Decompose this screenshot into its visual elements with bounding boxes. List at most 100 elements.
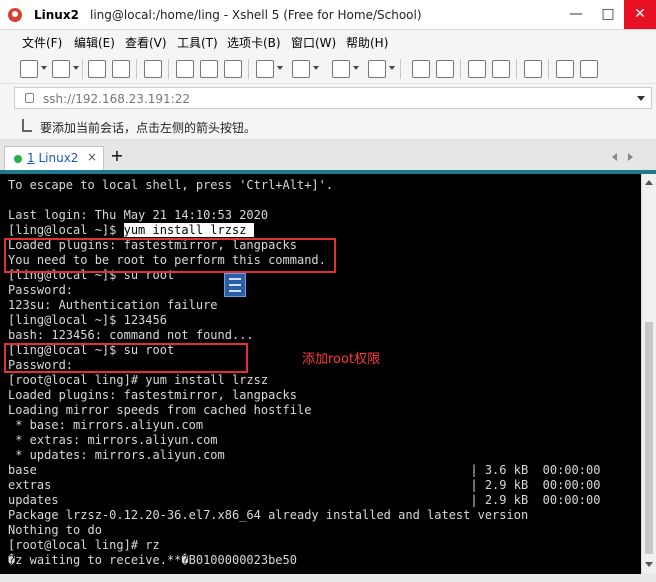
menu-tools[interactable]: 工具(T) (177, 34, 218, 51)
toolbar-divider (168, 59, 169, 79)
add-session-arrow-icon[interactable] (22, 119, 32, 132)
terminal-output: To escape to local shell, press 'Ctrl+Al… (8, 178, 600, 568)
chat-icon[interactable] (580, 60, 598, 78)
terminal-line: * base: mirrors.aliyun.com (8, 418, 204, 432)
font-icon[interactable] (368, 60, 386, 78)
terminal-line: [root@local ling]# rz (8, 538, 160, 552)
terminal-line: �z waiting to receive.**�B0100000023be50 (8, 553, 297, 567)
help-icon[interactable] (556, 60, 574, 78)
vertical-scrollbar[interactable] (641, 174, 656, 574)
session-hint-bar: 要添加当前会话，点击左侧的箭头按钮。 (0, 112, 656, 140)
compose-icon[interactable] (436, 60, 454, 78)
tab-close-button[interactable]: × (87, 150, 97, 164)
toolbar (0, 54, 656, 84)
keyboard-icon[interactable] (524, 60, 542, 78)
terminal-pane[interactable]: To escape to local shell, press 'Ctrl+Al… (0, 174, 641, 574)
terminal-line: Nothing to do (8, 523, 102, 537)
globe-dropdown-icon[interactable] (353, 66, 359, 70)
terminal-line: [ling@local ~]$ 123456 (8, 313, 167, 327)
window-title: ling@local:/home/ling - Xshell 5 (Free f… (90, 8, 422, 22)
prompt-text: [ling@local ~]$ (8, 223, 124, 237)
close-button[interactable]: ✕ (624, 0, 656, 29)
terminal-line: Package lrzsz-0.12.20-36.el7.x86_64 alre… (8, 508, 529, 522)
toolbar-divider (460, 59, 461, 79)
new-tab-button[interactable]: + (107, 146, 127, 168)
menu-edit[interactable]: 编辑(E) (74, 34, 115, 51)
tab-scroll-left-icon[interactable] (612, 153, 617, 161)
terminal-line: To escape to local shell, press 'Ctrl+Al… (8, 178, 334, 192)
annotation-box-su-root (4, 343, 248, 373)
tab-linux2[interactable]: 1 Linux2 × (4, 146, 104, 170)
disconnect-icon[interactable] (112, 60, 130, 78)
menu-view[interactable]: 查看(V) (125, 34, 167, 51)
scroll-up-icon[interactable] (645, 180, 653, 185)
session-hint-text: 要添加当前会话，点击左侧的箭头按钮。 (40, 121, 257, 135)
toolbar-divider (548, 59, 549, 79)
tab-number: 1 (27, 151, 35, 165)
terminal-line: extras | 2.9 kB 00:00:00 (8, 478, 601, 492)
terminal-line: 123su: Authentication failure (8, 298, 218, 312)
terminal-line: Password: (8, 283, 74, 297)
padlock-icon (25, 93, 34, 103)
terminal-line: Loading mirror speeds from cached hostfi… (8, 403, 312, 417)
toolbar-divider (82, 59, 83, 79)
new-session-icon[interactable] (20, 60, 38, 78)
chevron-down-icon[interactable] (637, 96, 645, 101)
new-session-dropdown-icon[interactable] (41, 66, 47, 70)
menu-bar: 文件(F) 编辑(E) 查看(V) 工具(T) 选项卡(B) 窗口(W) 帮助(… (0, 30, 656, 54)
selected-command: yum install lrzsz (123, 223, 254, 237)
menu-file[interactable]: 文件(F) (22, 34, 62, 51)
tab-title: Linux2 (38, 151, 79, 165)
print-dropdown-icon[interactable] (277, 66, 283, 70)
font-dropdown-icon[interactable] (389, 66, 395, 70)
terminal-line: updates | 2.9 kB 00:00:00 (8, 493, 601, 507)
terminal-line: * extras: mirrors.aliyun.com (8, 433, 218, 447)
transfer-icon[interactable] (292, 60, 310, 78)
terminal-line: [ling@local ~]$ yum install lrzsz (8, 223, 600, 238)
address-value: ssh://192.168.23.191:22 (43, 92, 190, 106)
maximize-button[interactable]: □ (592, 0, 624, 29)
annotation-box-error (4, 238, 336, 273)
lock-icon[interactable] (492, 60, 510, 78)
xshell-logo-icon (8, 8, 22, 22)
toolbar-divider (516, 59, 517, 79)
connected-status-icon (14, 155, 22, 163)
xftp-icon[interactable] (412, 60, 430, 78)
toolbar-divider (248, 59, 249, 79)
reconnect-icon[interactable] (88, 60, 106, 78)
properties-icon[interactable] (144, 60, 162, 78)
copy-icon[interactable] (176, 60, 194, 78)
globe-icon[interactable] (332, 60, 350, 78)
tab-scroll-right-icon[interactable] (628, 153, 633, 161)
minimize-button[interactable]: — (560, 0, 592, 29)
menu-tabs[interactable]: 选项卡(B) (227, 34, 281, 51)
tab-bar: 1 Linux2 × + (0, 140, 656, 174)
terminal-line: Loaded plugins: fastestmirror, langpacks (8, 388, 297, 402)
terminal-line: [root@local ling]# yum install lrzsz (8, 373, 269, 387)
scroll-down-icon[interactable] (645, 562, 653, 567)
terminal-line: bash: 123456: command not found... (8, 328, 254, 342)
tab-label: 1 Linux2 (27, 151, 78, 165)
toolbar-divider (400, 59, 401, 79)
paste-icon[interactable] (200, 60, 218, 78)
address-bar: ssh://192.168.23.191:22 (0, 84, 656, 112)
window-bottom-edge (0, 574, 656, 582)
address-field[interactable]: ssh://192.168.23.191:22 (14, 87, 652, 109)
open-folder-icon[interactable] (52, 60, 70, 78)
title-bar: Linux2 ling@local:/home/ling - Xshell 5 … (0, 0, 656, 30)
scroll-thumb[interactable] (645, 322, 653, 554)
annotation-label: 添加root权限 (302, 352, 381, 367)
fullscreen-icon[interactable] (468, 60, 486, 78)
menu-window[interactable]: 窗口(W) (291, 34, 336, 51)
menu-help[interactable]: 帮助(H) (346, 34, 388, 51)
terminal-line: Last login: Thu May 21 14:10:53 2020 (8, 208, 269, 222)
print-icon[interactable] (256, 60, 274, 78)
terminal-line: base | 3.6 kB 00:00:00 (8, 463, 601, 477)
find-icon[interactable] (224, 60, 242, 78)
document-icon (224, 273, 246, 297)
window-app-name: Linux2 (34, 8, 79, 22)
toolbar-divider (136, 59, 137, 79)
open-dropdown-icon[interactable] (73, 66, 79, 70)
transfer-dropdown-icon[interactable] (313, 66, 319, 70)
